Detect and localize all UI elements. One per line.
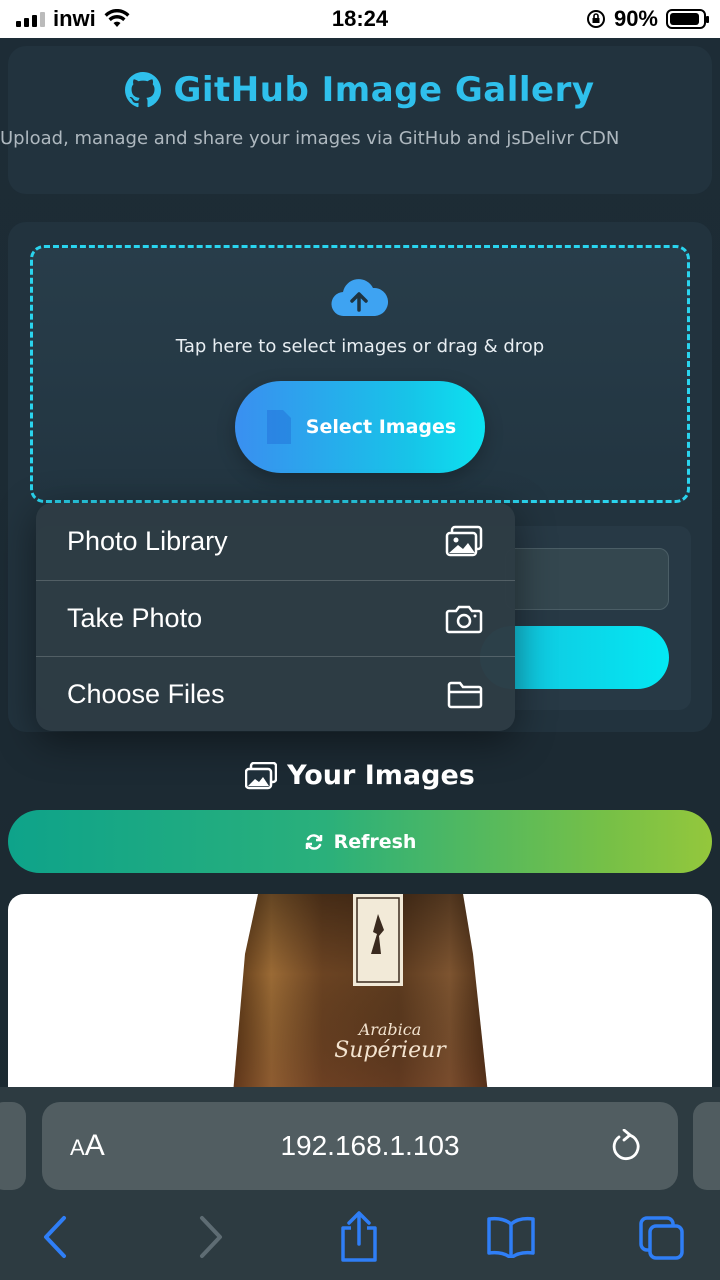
- cloud-upload-icon: [331, 279, 388, 317]
- select-images-button[interactable]: Select Images: [235, 381, 485, 473]
- menu-item-label: Take Photo: [67, 603, 203, 633]
- previous-tab-preview[interactable]: [0, 1102, 26, 1190]
- camera-icon: [445, 605, 483, 633]
- battery-icon: [666, 9, 709, 29]
- bag-label-line2: Supérieur: [334, 1038, 446, 1063]
- address-bar[interactable]: AA 192.168.1.103: [42, 1102, 678, 1190]
- clock: 18:24: [331, 6, 389, 31]
- reload-icon[interactable]: [610, 1129, 642, 1163]
- select-images-label: Select Images: [305, 416, 457, 438]
- coffee-bag-image: [233, 894, 488, 1094]
- menu-item-take-photo[interactable]: Take Photo: [36, 580, 515, 656]
- page-title: GitHub Image Gallery: [0, 70, 720, 110]
- file-image-icon: [266, 410, 291, 444]
- folder-icon: [447, 681, 483, 708]
- menu-item-photo-library[interactable]: Photo Library: [36, 503, 515, 579]
- back-icon[interactable]: [40, 1214, 70, 1260]
- file-source-menu: Photo Library Take Photo Choose Files: [36, 503, 515, 731]
- refresh-label: Refresh: [333, 830, 417, 853]
- text-size-large-a: A: [84, 1129, 105, 1162]
- github-icon: [125, 72, 162, 108]
- bookmarks-icon[interactable]: [486, 1216, 536, 1258]
- menu-item-label: Photo Library: [67, 525, 228, 556]
- menu-item-label: Choose Files: [67, 679, 225, 709]
- url-text: 192.168.1.103: [280, 1130, 460, 1161]
- app-title: GitHub Image Gallery: [173, 70, 595, 110]
- app-subtitle: Upload, manage and share your images via…: [0, 128, 620, 149]
- hidden-input-field[interactable]: [505, 548, 669, 610]
- images-icon: [245, 761, 278, 789]
- photo-library-icon: [445, 525, 483, 557]
- page: inwi 18:24 90% GitHub Image Gallery Uplo…: [0, 0, 720, 1280]
- next-tab-preview[interactable]: [693, 1102, 720, 1190]
- status-bar: inwi 18:24 90%: [0, 0, 720, 38]
- gallery-heading-label: Your Images: [287, 760, 475, 791]
- image-card[interactable]: [8, 894, 712, 1094]
- header-card: [8, 46, 712, 194]
- refresh-button[interactable]: Refresh: [8, 810, 712, 873]
- text-size-small-a: A: [70, 1135, 85, 1160]
- bag-label-line1: Arabica: [358, 1020, 422, 1039]
- text-size-button[interactable]: AA: [70, 1129, 130, 1163]
- share-icon[interactable]: [337, 1210, 381, 1264]
- forward-icon[interactable]: [196, 1214, 226, 1260]
- gallery-heading: Your Images: [0, 760, 720, 791]
- refresh-icon: [305, 833, 322, 850]
- menu-item-choose-files[interactable]: Choose Files: [36, 656, 515, 731]
- dropzone-instructions: Tap here to select images or drag & drop: [175, 336, 545, 357]
- tabs-icon[interactable]: [638, 1215, 686, 1261]
